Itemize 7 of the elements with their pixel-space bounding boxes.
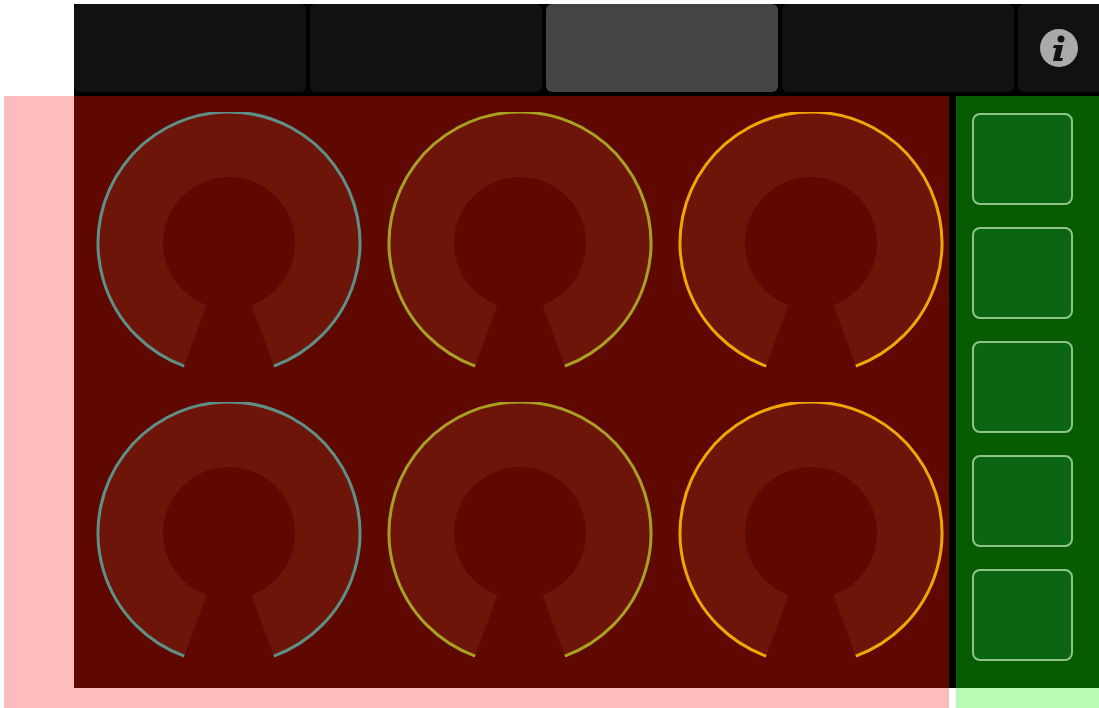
pad-button[interactable]	[972, 455, 1073, 547]
pad-button[interactable]	[972, 341, 1073, 433]
pad-button[interactable]	[972, 227, 1073, 319]
info-button[interactable]	[1018, 4, 1099, 92]
info-icon	[1038, 28, 1079, 68]
pad-button[interactable]	[972, 569, 1073, 661]
pad-button[interactable]	[972, 113, 1073, 205]
